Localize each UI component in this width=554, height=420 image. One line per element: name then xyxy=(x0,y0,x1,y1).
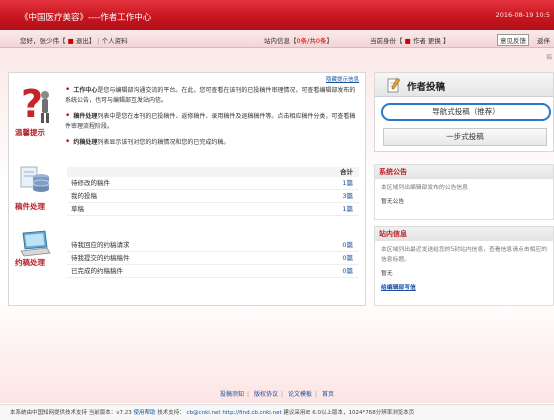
invitation-table: 待我回应的约稿请求 0篇 待我提交的约稿稿件 0篇 已完成的约稿稿件 0篇 xyxy=(67,239,359,278)
profile-link[interactable]: 个人资料 xyxy=(102,37,128,45)
logout-link[interactable]: 退出 xyxy=(76,37,89,45)
system-notice-title: 系统公告 xyxy=(375,165,553,179)
table-row[interactable]: 草稿 1篇 xyxy=(67,203,359,216)
hide-tips-link[interactable]: 隐藏提示信息 xyxy=(326,75,359,83)
return-link[interactable]: 返伴 xyxy=(537,35,550,45)
write-to-editor-link[interactable]: 给编辑部写信 xyxy=(381,283,416,293)
total-header: 合计 xyxy=(67,167,359,177)
user-greeting: 您好，张少伟【 xyxy=(20,37,66,45)
manuscript-section-label: 稿件处理 xyxy=(15,202,45,211)
footer-email-link[interactable]: cb@cnki.net xyxy=(187,410,221,416)
site-info-link[interactable]: 0条/共0条 xyxy=(297,37,327,45)
switch-identity-link[interactable]: 更换 xyxy=(428,37,441,45)
site-messages-empty: 暂无 xyxy=(381,271,393,277)
help-item-title: 稿件处理 xyxy=(73,113,98,120)
app-header: 《中国医疗美容》----作者工作中心 2016-08-19 10:5 xyxy=(0,0,554,30)
footer-url-link[interactable]: http://find.cb.cnki.net xyxy=(222,410,281,416)
identity-icon: ■ xyxy=(404,37,411,45)
identity-label: 当前身份【 xyxy=(370,37,403,45)
top-right-fragment: 稿 xyxy=(546,55,552,61)
row-name: 待我提交的约稿稿件 xyxy=(71,254,130,262)
logout-icon: ■ xyxy=(67,37,74,45)
row-count-link[interactable]: 3篇 xyxy=(342,190,353,203)
footer-tech-label: 技术支持： xyxy=(157,410,185,416)
site-info-group: 站内信息【0条/共0条】 xyxy=(264,35,333,45)
page-title: 《中国医疗美容》----作者工作中心 xyxy=(20,13,152,23)
footer-tip: 建议采用IE 6.0以上版本，1024*768分辨率浏览本页 xyxy=(283,410,415,416)
row-count-link[interactable]: 0篇 xyxy=(342,252,353,265)
document-pen-icon xyxy=(387,77,401,93)
author-submit-box: 作者投稿 导航式投稿（推荐） 一步式投稿 xyxy=(374,72,554,152)
database-icon xyxy=(20,166,50,192)
footer-support: 本系统由中国知网提供技术支持 当前版本：v7.23 xyxy=(10,410,132,416)
identity-value: 作者 xyxy=(412,37,426,45)
table-row[interactable]: 待我回应的约稿请求 0篇 xyxy=(67,239,359,252)
footer-link-guide[interactable]: 投稿须知 xyxy=(220,391,244,398)
system-notice-box: 系统公告 本区域列出编辑部发布的公告信息 暂无公告 xyxy=(374,164,554,220)
footer-bar: 本系统由中国知网提供技术支持 当前版本：v7.23 使用帮助 技术支持： cb@… xyxy=(0,404,554,420)
footer-link-copyright[interactable]: 版权协议 xyxy=(254,391,278,398)
current-date: 2016-08-19 10:5 xyxy=(495,11,550,19)
laptop-icon xyxy=(20,230,51,257)
help-item: • 工作中心是您与编辑部沟通交流的平台。在此，您可查看在该刊的已投稿件审理情况，可… xyxy=(65,85,361,106)
help-label: 温馨提示 xyxy=(15,128,45,137)
help-text: • 工作中心是您与编辑部沟通交流的平台。在此，您可查看在该刊的已投稿件审理情况，可… xyxy=(65,85,361,153)
footer-links: 投稿须知 | 版权协议 | 论文模板 | 首页 xyxy=(0,389,554,398)
site-messages-title: 站内信息 xyxy=(375,227,553,241)
row-name: 已完成的约稿稿件 xyxy=(71,267,123,275)
bracket-close: 】 xyxy=(442,37,450,45)
site-messages-box: 站内信息 本区域列出最近发送给您的5封站内信息，查看信息请点击相应的信息标题。 … xyxy=(374,226,554,306)
help-item-text: 列表中是您在本刊的已投稿件、返修稿件、录用稿件及退稿稿件等。点击相应稿件分类，可… xyxy=(65,113,356,130)
divider: | xyxy=(314,391,318,398)
row-count-link[interactable]: 0篇 xyxy=(342,265,353,278)
bullet-icon: • xyxy=(65,137,71,147)
row-count-link[interactable]: 1篇 xyxy=(342,203,353,216)
user-bar: 您好，张少伟【 ■ 退出】 | 个人资料 站内信息【0条/共0条】 当前身份【 … xyxy=(0,30,554,48)
onestep-submit-button[interactable]: 一步式投稿 xyxy=(383,128,547,146)
divider: | xyxy=(281,391,284,398)
bracket-close: 】 xyxy=(88,37,96,45)
identity-group: 当前身份【 ■ 作者 更换 】 xyxy=(370,35,449,45)
bracket-close: 】 xyxy=(326,37,333,45)
divider: | xyxy=(97,37,100,45)
system-notice-desc: 本区域列出编辑部发布的公告信息 xyxy=(381,185,468,191)
user-greeting-group: 您好，张少伟【 ■ 退出】 | 个人资料 xyxy=(20,35,128,45)
author-submit-title: 作者投稿 xyxy=(407,82,446,93)
row-count-link[interactable]: 1篇 xyxy=(342,177,353,190)
help-item-text: 列表显示该刊对您的约稿情况和您的已完成约稿。 xyxy=(97,139,230,146)
row-name: 待修改的稿件 xyxy=(71,179,110,187)
row-name: 草稿 xyxy=(71,205,84,213)
table-row[interactable]: 我的投稿 3篇 xyxy=(67,190,359,203)
right-panel: 作者投稿 导航式投稿（推荐） 一步式投稿 系统公告 本区域列出编辑部发布的公告信… xyxy=(374,72,554,306)
site-info-label: 站内信息【 xyxy=(264,37,297,45)
row-name: 我的投稿 xyxy=(71,192,97,200)
bullet-icon: • xyxy=(65,85,71,95)
row-name: 待我回应的约稿请求 xyxy=(71,241,130,249)
feedback-button[interactable]: 意见反馈 xyxy=(497,34,529,46)
manuscript-table: 合计 待修改的稿件 1篇 我的投稿 3篇 草稿 1篇 xyxy=(67,167,359,216)
guided-submit-button[interactable]: 导航式投稿（推荐） xyxy=(381,103,551,121)
help-item-title: 约稿处理 xyxy=(73,139,98,146)
author-submit-header: 作者投稿 xyxy=(375,73,553,97)
site-messages-desc: 本区域列出最近发送给您的5封站内信息，查看信息请点击相应的信息标题。 xyxy=(381,247,548,263)
bullet-icon: • xyxy=(65,111,71,121)
svg-text:?: ? xyxy=(21,82,43,126)
left-panel: 隐藏提示信息 ? 温馨提示 • 工作中心是您与编辑部沟通交流的平台。在此，您可查看… xyxy=(8,72,366,306)
invitation-section-label: 约稿处理 xyxy=(15,258,45,267)
footer-help-link[interactable]: 使用帮助 xyxy=(134,410,156,416)
help-item-title: 工作中心 xyxy=(73,87,98,94)
footer-link-home[interactable]: 首页 xyxy=(322,391,334,398)
table-row[interactable]: 已完成的约稿稿件 0篇 xyxy=(67,265,359,278)
help-item-text: 是您与编辑部沟通交流的平台。在此，您可查看在该刊的已投稿件审理情况，可查看编辑部… xyxy=(65,87,356,104)
table-row[interactable]: 待我提交的约稿稿件 0篇 xyxy=(67,252,359,265)
footer-link-template[interactable]: 论文模板 xyxy=(288,391,312,398)
row-count-link[interactable]: 0篇 xyxy=(342,239,353,252)
divider: | xyxy=(247,391,250,398)
table-row[interactable]: 待修改的稿件 1篇 xyxy=(67,177,359,190)
help-item: • 稿件处理列表中是您在本刊的已投稿件、返修稿件、录用稿件及退稿稿件等。点击相应稿… xyxy=(65,111,361,132)
help-item: • 约稿处理列表显示该刊对您的约稿情况和您的已完成约稿。 xyxy=(65,137,361,148)
system-notice-empty: 暂无公告 xyxy=(381,199,405,205)
